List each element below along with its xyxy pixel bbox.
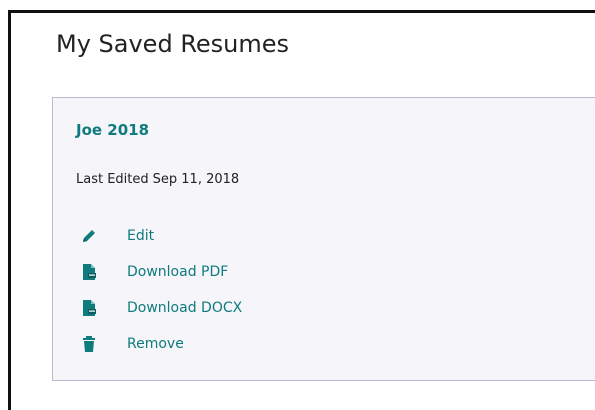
resume-card: Joe 2018 Last Edited Sep 11, 2018 Edit D… [52, 97, 595, 381]
last-edited-date: Sep 11, 2018 [152, 172, 240, 187]
edit-action-label: Edit [127, 228, 155, 244]
docx-file-icon [79, 298, 99, 318]
edit-action[interactable]: Edit [79, 218, 242, 254]
trash-icon [79, 334, 99, 354]
page-title: My Saved Resumes [56, 30, 290, 58]
last-edited-text: Last Edited Sep 11, 2018 [76, 172, 239, 187]
pdf-file-icon [79, 262, 99, 282]
download-pdf-action[interactable]: Download PDF [79, 254, 242, 290]
resume-name-link[interactable]: Joe 2018 [76, 121, 149, 139]
download-pdf-label: Download PDF [127, 264, 229, 280]
remove-action[interactable]: Remove [79, 326, 242, 362]
download-docx-label: Download DOCX [127, 300, 243, 316]
download-docx-action[interactable]: Download DOCX [79, 290, 242, 326]
resume-actions-list: Edit Download PDF Download DOCX Remove [79, 218, 242, 362]
last-edited-label: Last Edited [76, 172, 149, 187]
remove-action-label: Remove [127, 336, 184, 352]
pencil-icon [79, 226, 99, 246]
